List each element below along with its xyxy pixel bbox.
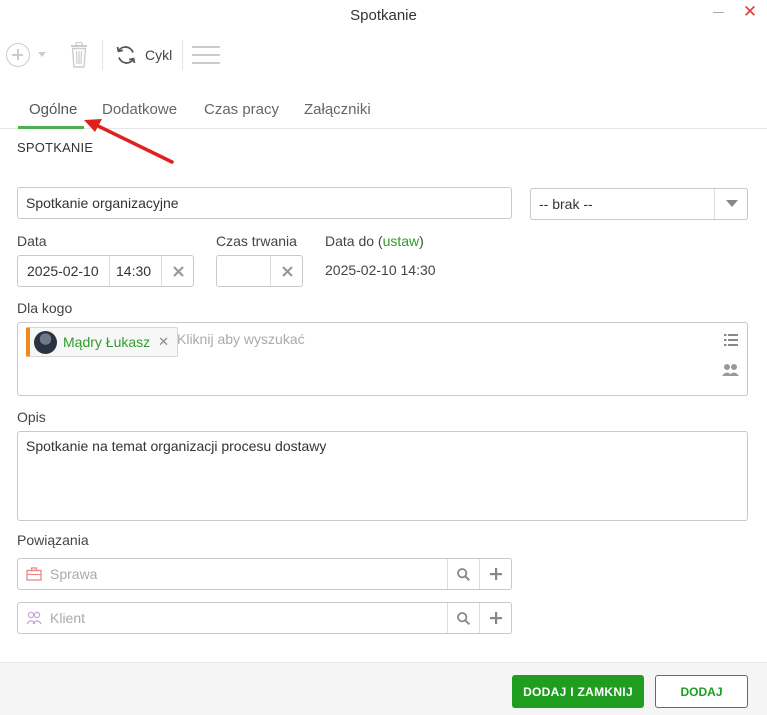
tab-zalaczniki[interactable]: Załączniki [304,101,371,118]
tab-dodatkowe[interactable]: Dodatkowe [102,101,177,118]
add-client-icon[interactable] [479,603,512,633]
toolbar-separator [182,40,183,70]
client-icon [26,611,42,624]
duration-label: Czas trwania [216,233,297,249]
clear-duration-icon[interactable] [270,256,303,286]
clear-date-icon[interactable] [161,256,194,286]
field-divider [109,256,110,286]
title-bar: Spotkanie ✕ [0,0,767,32]
section-title: SPOTKANIE [17,140,94,155]
tab-bar: Ogólne Dodatkowe Czas pracy Załączniki [0,95,767,129]
active-tab-indicator [18,126,84,129]
participant-name[interactable]: Mądry Łukasz [63,334,150,350]
tab-ogolne[interactable]: Ogólne [29,101,77,118]
group-icon[interactable] [722,363,739,377]
date-to-value: 2025-02-10 14:30 [325,262,436,278]
add-button[interactable]: DODAJ [655,675,748,708]
add-and-close-button[interactable]: DODAJ I ZAMKNIJ [512,675,644,708]
date-label: Data [17,233,47,249]
toolbar-separator [102,40,103,70]
briefcase-icon [26,567,42,581]
case-field[interactable]: Sprawa [17,558,512,590]
list-icon[interactable] [724,334,738,346]
menu-icon[interactable] [192,46,220,64]
for-whom-placeholder: Kliknij aby wyszukać [177,331,305,347]
for-whom-field[interactable]: Mądry Łukasz ✕ Kliknij aby wyszukać [17,322,748,396]
description-label: Opis [17,409,46,425]
category-select[interactable]: -- brak -- [530,188,748,220]
tab-czas-pracy[interactable]: Czas pracy [204,101,279,118]
window-title: Spotkanie [350,7,417,24]
duration-input[interactable] [216,255,303,287]
client-placeholder: Klient [50,610,86,626]
description-value: Spotkanie na temat organizacji procesu d… [26,438,327,454]
category-value: -- brak -- [539,196,593,212]
subject-value: Spotkanie organizacyjne [26,195,179,211]
search-icon[interactable] [447,603,479,633]
close-icon[interactable]: ✕ [742,3,758,21]
footer-bar: DODAJ I ZAMKNIJ DODAJ [0,662,767,715]
toolbar: Cykl [0,36,767,76]
date-to-label: Data do (ustaw) [325,233,424,249]
add-icon[interactable] [6,43,30,67]
search-icon[interactable] [447,559,479,589]
minimize-icon[interactable] [712,4,726,20]
subject-input[interactable]: Spotkanie organizacyjne [17,187,512,219]
add-case-icon[interactable] [479,559,512,589]
set-date-to-link[interactable]: ustaw [383,233,420,249]
chevron-down-icon[interactable] [714,189,748,219]
remove-chip-icon[interactable]: ✕ [158,334,169,350]
refresh-icon [116,46,136,64]
case-placeholder: Sprawa [50,566,98,582]
description-textarea[interactable]: Spotkanie na temat organizacji procesu d… [17,431,748,521]
client-field[interactable]: Klient [17,602,512,634]
participant-chip: Mądry Łukasz ✕ [26,327,179,357]
time-input[interactable]: 14:30 [116,263,151,279]
date-time-field: 2025-02-10 14:30 [17,255,194,287]
avatar [34,330,57,354]
chevron-down-icon[interactable] [38,52,46,57]
cykl-label: Cykl [145,47,173,63]
relations-label: Powiązania [17,532,89,548]
for-whom-label: Dla kogo [17,300,73,316]
trash-icon[interactable] [68,42,90,68]
date-input[interactable]: 2025-02-10 [27,263,99,279]
cykl-button[interactable]: Cykl [114,42,172,68]
